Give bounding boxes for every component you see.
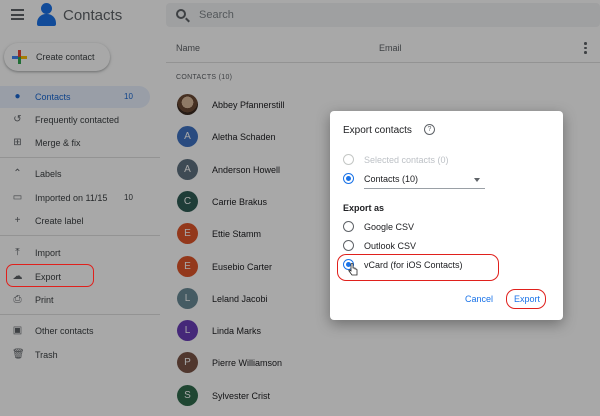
selected-contacts-label: Selected contacts (0): [364, 155, 449, 165]
export-as-heading: Export as: [343, 203, 385, 213]
vcard-highlight-annotation: [337, 254, 499, 281]
google-csv-label[interactable]: Google CSV: [364, 222, 414, 232]
dialog-title: Export contacts: [343, 125, 412, 136]
export-button-highlight-annotation: [506, 289, 546, 309]
export-highlight-annotation: [6, 264, 94, 287]
contacts-radio[interactable]: [343, 173, 354, 184]
help-icon[interactable]: ?: [424, 124, 435, 135]
cancel-button[interactable]: Cancel: [465, 294, 493, 304]
outlook-csv-radio[interactable]: [343, 240, 354, 251]
outlook-csv-label[interactable]: Outlook CSV: [364, 241, 416, 251]
hand-cursor-icon: [348, 263, 358, 276]
google-csv-radio[interactable]: [343, 221, 354, 232]
select-underline: [364, 188, 485, 189]
selected-contacts-radio: [343, 154, 354, 165]
contacts-select[interactable]: Contacts (10): [364, 174, 418, 184]
chevron-down-icon[interactable]: [474, 178, 480, 182]
